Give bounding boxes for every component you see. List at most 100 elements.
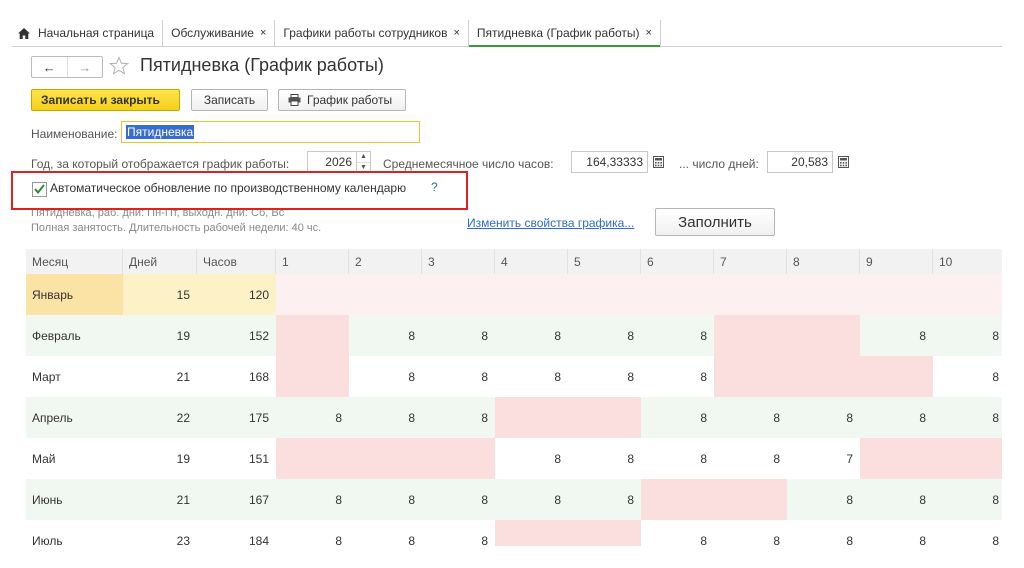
day-cell[interactable]: 8 — [349, 397, 422, 438]
day-cell[interactable]: 8 — [422, 397, 495, 438]
day-cell[interactable] — [276, 274, 349, 315]
column-header-day-3[interactable]: 3 — [422, 249, 495, 274]
day-cell[interactable] — [349, 274, 422, 315]
day-cell[interactable]: 8 — [787, 520, 860, 546]
day-cell[interactable]: 8 — [276, 479, 349, 520]
day-cell[interactable] — [276, 315, 349, 356]
day-cell[interactable]: 8 — [349, 479, 422, 520]
day-cell[interactable]: 8 — [787, 397, 860, 438]
increment-icon[interactable]: ▲ — [357, 152, 370, 162]
close-icon[interactable]: × — [260, 27, 266, 39]
day-cell[interactable] — [349, 438, 422, 479]
days-cell[interactable]: 15 — [123, 274, 197, 315]
table-row[interactable]: Май 19 151 8 8 8 8 7 — [26, 438, 1002, 479]
save-button[interactable]: Записать — [191, 89, 268, 111]
day-cell[interactable]: 8 — [495, 356, 568, 397]
day-cell[interactable] — [495, 520, 568, 546]
hours-cell[interactable]: 175 — [197, 397, 276, 438]
day-cell[interactable]: 8 — [860, 315, 933, 356]
day-cell[interactable]: 8 — [568, 356, 641, 397]
month-cell[interactable]: Июнь — [26, 479, 123, 520]
back-button[interactable]: ← — [32, 57, 67, 77]
day-cell[interactable]: 8 — [714, 520, 787, 546]
column-header-day-1[interactable]: 1 — [276, 249, 349, 274]
year-stepper[interactable]: ▲ ▼ — [357, 151, 371, 173]
day-cell[interactable]: 8 — [933, 315, 1002, 356]
day-cell[interactable] — [641, 274, 714, 315]
day-cell[interactable] — [714, 356, 787, 397]
day-cell[interactable]: 8 — [860, 397, 933, 438]
forward-button[interactable]: → — [66, 57, 103, 77]
hours-cell[interactable]: 168 — [197, 356, 276, 397]
save-and-close-button[interactable]: Записать и закрыть — [31, 89, 180, 111]
table-row[interactable]: Январь 15 120 — [26, 274, 1002, 315]
day-cell[interactable]: 8 — [641, 315, 714, 356]
day-cell[interactable] — [860, 274, 933, 315]
day-cell[interactable]: 8 — [495, 438, 568, 479]
table-row[interactable]: Февраль 19 152 8 8 8 8 8 8 8 — [26, 315, 1002, 356]
column-header-day-2[interactable]: 2 — [349, 249, 422, 274]
avg-hours-field[interactable]: 164,33333 — [571, 151, 648, 173]
day-cell[interactable] — [860, 356, 933, 397]
schedule-print-button[interactable]: График работы — [278, 89, 406, 111]
day-cell[interactable] — [714, 274, 787, 315]
column-header-day-9[interactable]: 9 — [860, 249, 933, 274]
day-cell[interactable]: 8 — [933, 397, 1002, 438]
day-cell[interactable] — [714, 479, 787, 520]
day-cell[interactable] — [276, 356, 349, 397]
column-header-month[interactable]: Месяц — [26, 249, 123, 274]
days-cell[interactable]: 21 — [123, 356, 197, 397]
day-cell[interactable]: 8 — [349, 356, 422, 397]
day-cell[interactable]: 8 — [860, 479, 933, 520]
day-cell[interactable] — [568, 520, 641, 546]
day-cell[interactable]: 8 — [422, 356, 495, 397]
hours-cell[interactable]: 151 — [197, 438, 276, 479]
day-cell[interactable] — [860, 438, 933, 479]
star-icon[interactable] — [108, 56, 130, 79]
day-cell[interactable]: 8 — [641, 438, 714, 479]
tab-home[interactable]: Начальная страница — [12, 20, 164, 46]
day-cell[interactable]: 8 — [641, 397, 714, 438]
column-header-day-7[interactable]: 7 — [714, 249, 787, 274]
hours-cell[interactable]: 167 — [197, 479, 276, 520]
day-cell[interactable] — [422, 274, 495, 315]
days-cell[interactable]: 21 — [123, 479, 197, 520]
day-cell[interactable]: 8 — [641, 520, 714, 546]
change-schedule-properties-link[interactable]: Изменить свойства графика... — [467, 216, 634, 230]
day-cell[interactable]: 7 — [787, 438, 860, 479]
day-cell[interactable] — [787, 274, 860, 315]
days-cell[interactable]: 22 — [123, 397, 197, 438]
day-cell[interactable] — [641, 479, 714, 520]
close-icon[interactable]: × — [646, 27, 652, 39]
day-cell[interactable]: 8 — [422, 520, 495, 546]
day-cell[interactable] — [933, 274, 1002, 315]
avg-days-field[interactable]: 20,583 — [767, 151, 833, 173]
month-cell[interactable]: Февраль — [26, 315, 123, 356]
day-cell[interactable]: 8 — [860, 520, 933, 546]
day-cell[interactable]: 8 — [787, 479, 860, 520]
day-cell[interactable]: 8 — [349, 315, 422, 356]
day-cell[interactable] — [495, 397, 568, 438]
day-cell[interactable]: 8 — [568, 438, 641, 479]
column-header-days[interactable]: Дней — [123, 249, 197, 274]
day-cell[interactable]: 8 — [422, 315, 495, 356]
day-cell[interactable] — [787, 315, 860, 356]
month-cell[interactable]: Июль — [26, 520, 123, 546]
days-cell[interactable]: 19 — [123, 315, 197, 356]
day-cell[interactable]: 8 — [276, 520, 349, 546]
day-cell[interactable] — [568, 397, 641, 438]
column-header-day-4[interactable]: 4 — [495, 249, 568, 274]
hours-cell[interactable]: 184 — [197, 520, 276, 546]
column-header-day-10[interactable]: 10 — [933, 249, 1002, 274]
column-header-day-5[interactable]: 5 — [568, 249, 641, 274]
column-header-hours[interactable]: Часов — [197, 249, 276, 274]
tab-service[interactable]: Обслуживание × — [163, 20, 276, 46]
calculator-icon[interactable] — [649, 151, 667, 173]
day-cell[interactable] — [568, 274, 641, 315]
day-cell[interactable]: 8 — [641, 356, 714, 397]
day-cell[interactable]: 8 — [568, 479, 641, 520]
close-icon[interactable]: × — [453, 27, 459, 39]
day-cell[interactable]: 8 — [933, 479, 1002, 520]
table-row[interactable]: Апрель 22 175 8 8 8 8 8 8 8 8 — [26, 397, 1002, 438]
day-cell[interactable]: 8 — [276, 397, 349, 438]
